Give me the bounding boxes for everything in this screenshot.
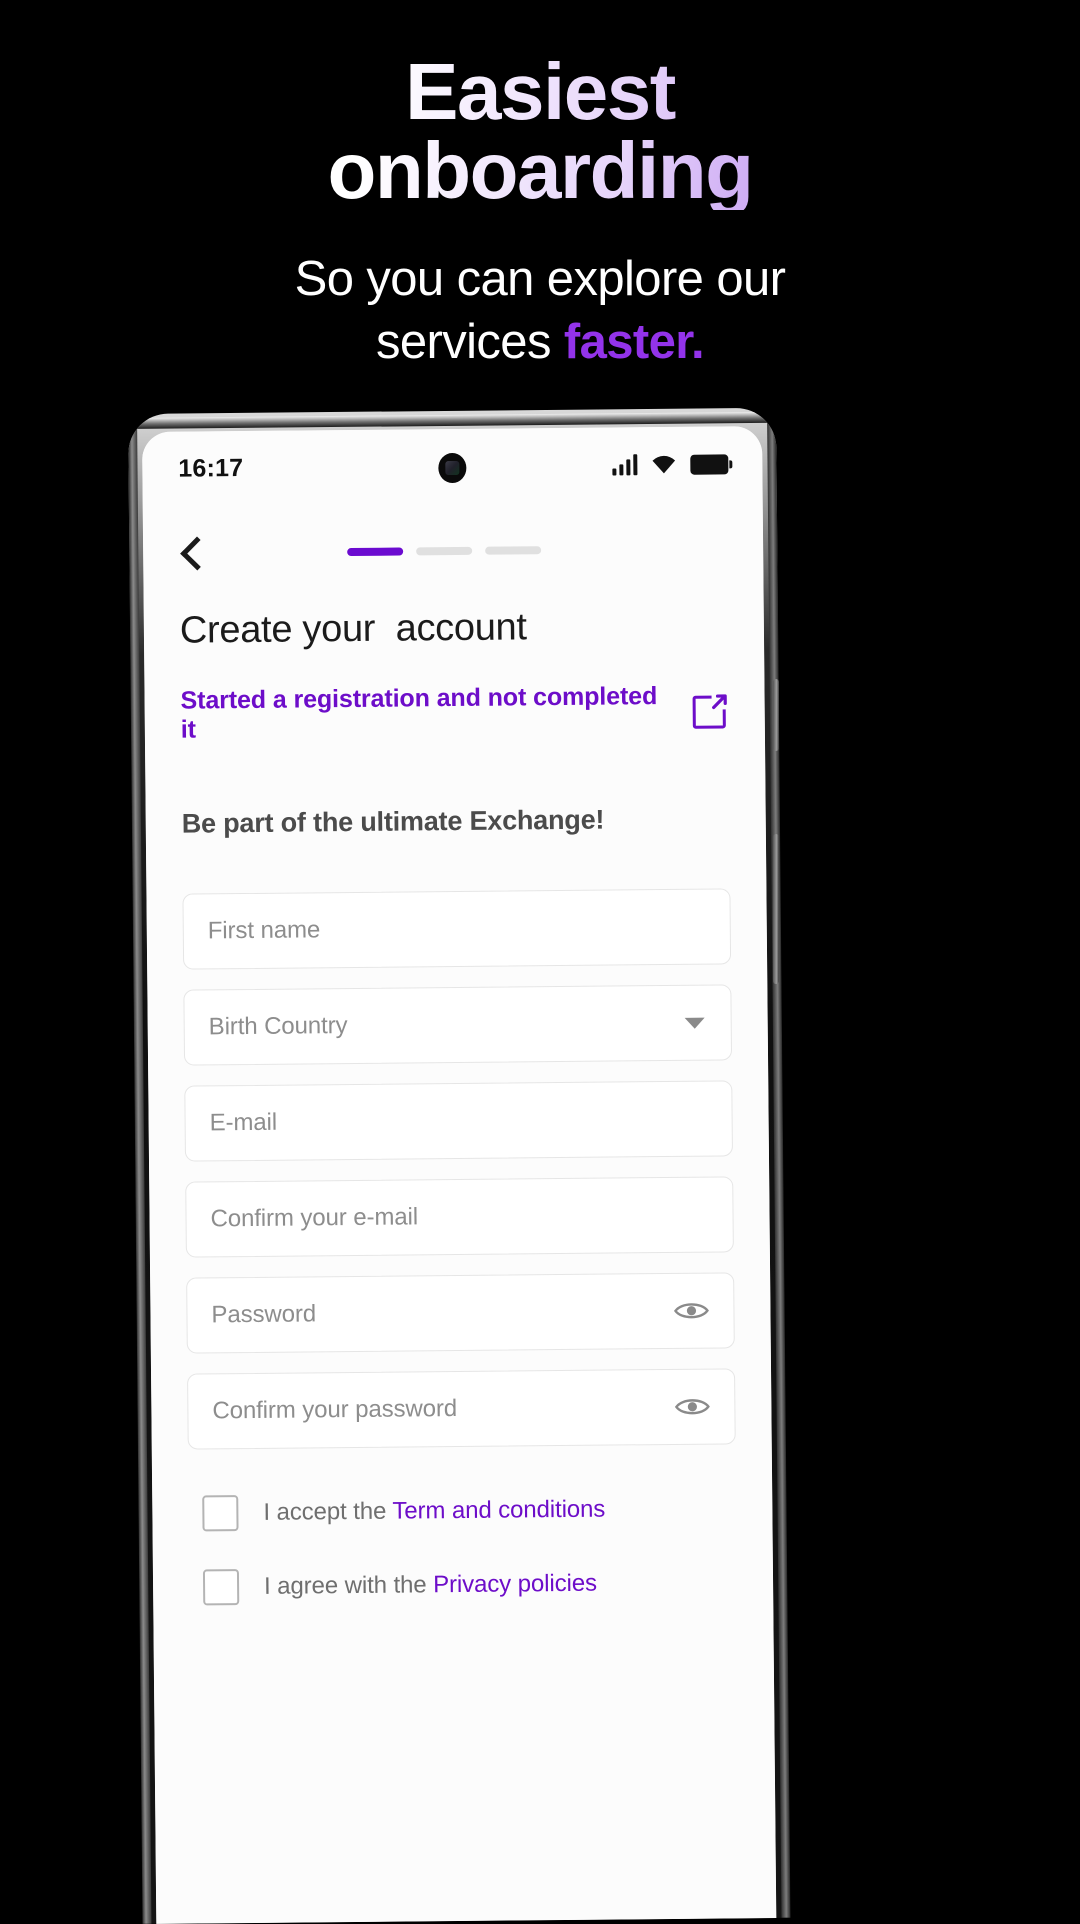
eye-icon[interactable] [674, 1395, 710, 1419]
consent-checkboxes: I accept the Term and conditions I agree… [188, 1490, 737, 1625]
confirm-email-placeholder: Confirm your e-mail [210, 1203, 419, 1233]
page-title: Create your account [179, 606, 527, 652]
status-bar-time: 16:17 [178, 453, 244, 483]
eye-icon[interactable] [673, 1299, 709, 1323]
phone-mockup: 16:17 Create your account Started a regi… [128, 407, 791, 1924]
promo-subtitle: So you can explore our services faster. [0, 210, 1080, 372]
first-name-placeholder: First name [207, 916, 321, 945]
promo-subtitle-line-1: So you can explore our [294, 252, 786, 307]
promo-subtitle-accent: faster. [563, 314, 705, 369]
password-input[interactable]: Password [186, 1272, 735, 1354]
terms-link[interactable]: Term and conditions [392, 1496, 605, 1525]
phone-screen: 16:17 Create your account Started a regi… [142, 426, 777, 1924]
form-fields: First name Birth Country E-mail Confirm … [182, 888, 736, 1450]
promo-title-line-2: onboarding [327, 126, 753, 216]
front-camera-punch-hole [438, 452, 467, 484]
resume-registration-link[interactable]: Started a registration and not completed… [180, 682, 667, 745]
form-tagline: Be part of the ultimate Exchange! [181, 804, 605, 839]
step-progress-indicator [347, 546, 542, 557]
external-link-icon[interactable] [692, 692, 729, 729]
terms-consent-label: I accept the Term and conditions [263, 1496, 605, 1527]
privacy-consent-text: I agree with the [263, 1571, 434, 1600]
promo-subtitle-line-2-plain: services [375, 314, 564, 369]
resume-registration-row[interactable]: Started a registration and not completed… [180, 681, 729, 744]
status-bar-icons [611, 452, 729, 476]
phone-volume-button[interactable] [773, 834, 779, 984]
app-viewport: 16:17 Create your account Started a regi… [142, 426, 777, 1924]
privacy-consent-label: I agree with the Privacy policies [264, 1570, 597, 1601]
email-placeholder: E-mail [209, 1108, 278, 1137]
progress-step-3 [485, 546, 542, 555]
promo-title: Easiest onboarding [0, 52, 1080, 210]
email-input[interactable]: E-mail [184, 1080, 733, 1162]
privacy-consent-row[interactable]: I agree with the Privacy policies [189, 1564, 737, 1606]
password-placeholder: Password [211, 1300, 317, 1329]
terms-consent-text: I accept the [263, 1497, 393, 1526]
terms-consent-row[interactable]: I accept the Term and conditions [188, 1490, 736, 1532]
battery-icon [690, 454, 729, 475]
progress-step-2 [416, 546, 473, 556]
birth-country-select[interactable]: Birth Country [183, 984, 733, 1066]
confirm-password-placeholder: Confirm your password [212, 1395, 458, 1425]
signal-icon [611, 453, 638, 476]
progress-step-1 [347, 547, 404, 557]
app-header [143, 500, 764, 571]
signup-form: Create your account Started a registrati… [144, 604, 774, 1626]
privacy-checkbox[interactable] [202, 1569, 240, 1606]
chevron-left-icon [180, 536, 215, 571]
first-name-input[interactable]: First name [182, 888, 732, 970]
confirm-email-input[interactable]: Confirm your e-mail [185, 1176, 734, 1258]
birth-country-placeholder: Birth Country [208, 1012, 348, 1041]
wifi-icon [652, 455, 676, 474]
phone-power-button[interactable] [773, 679, 779, 751]
terms-checkbox[interactable] [202, 1495, 239, 1532]
promo-banner: Easiest onboarding So you can explore ou… [0, 0, 1080, 373]
privacy-link[interactable]: Privacy policies [433, 1570, 597, 1599]
status-bar: 16:17 [142, 426, 763, 506]
back-button[interactable] [179, 532, 219, 574]
promo-title-line-1: Easiest [405, 47, 675, 136]
chevron-down-icon[interactable] [684, 1017, 705, 1029]
confirm-password-input[interactable]: Confirm your password [187, 1368, 736, 1450]
